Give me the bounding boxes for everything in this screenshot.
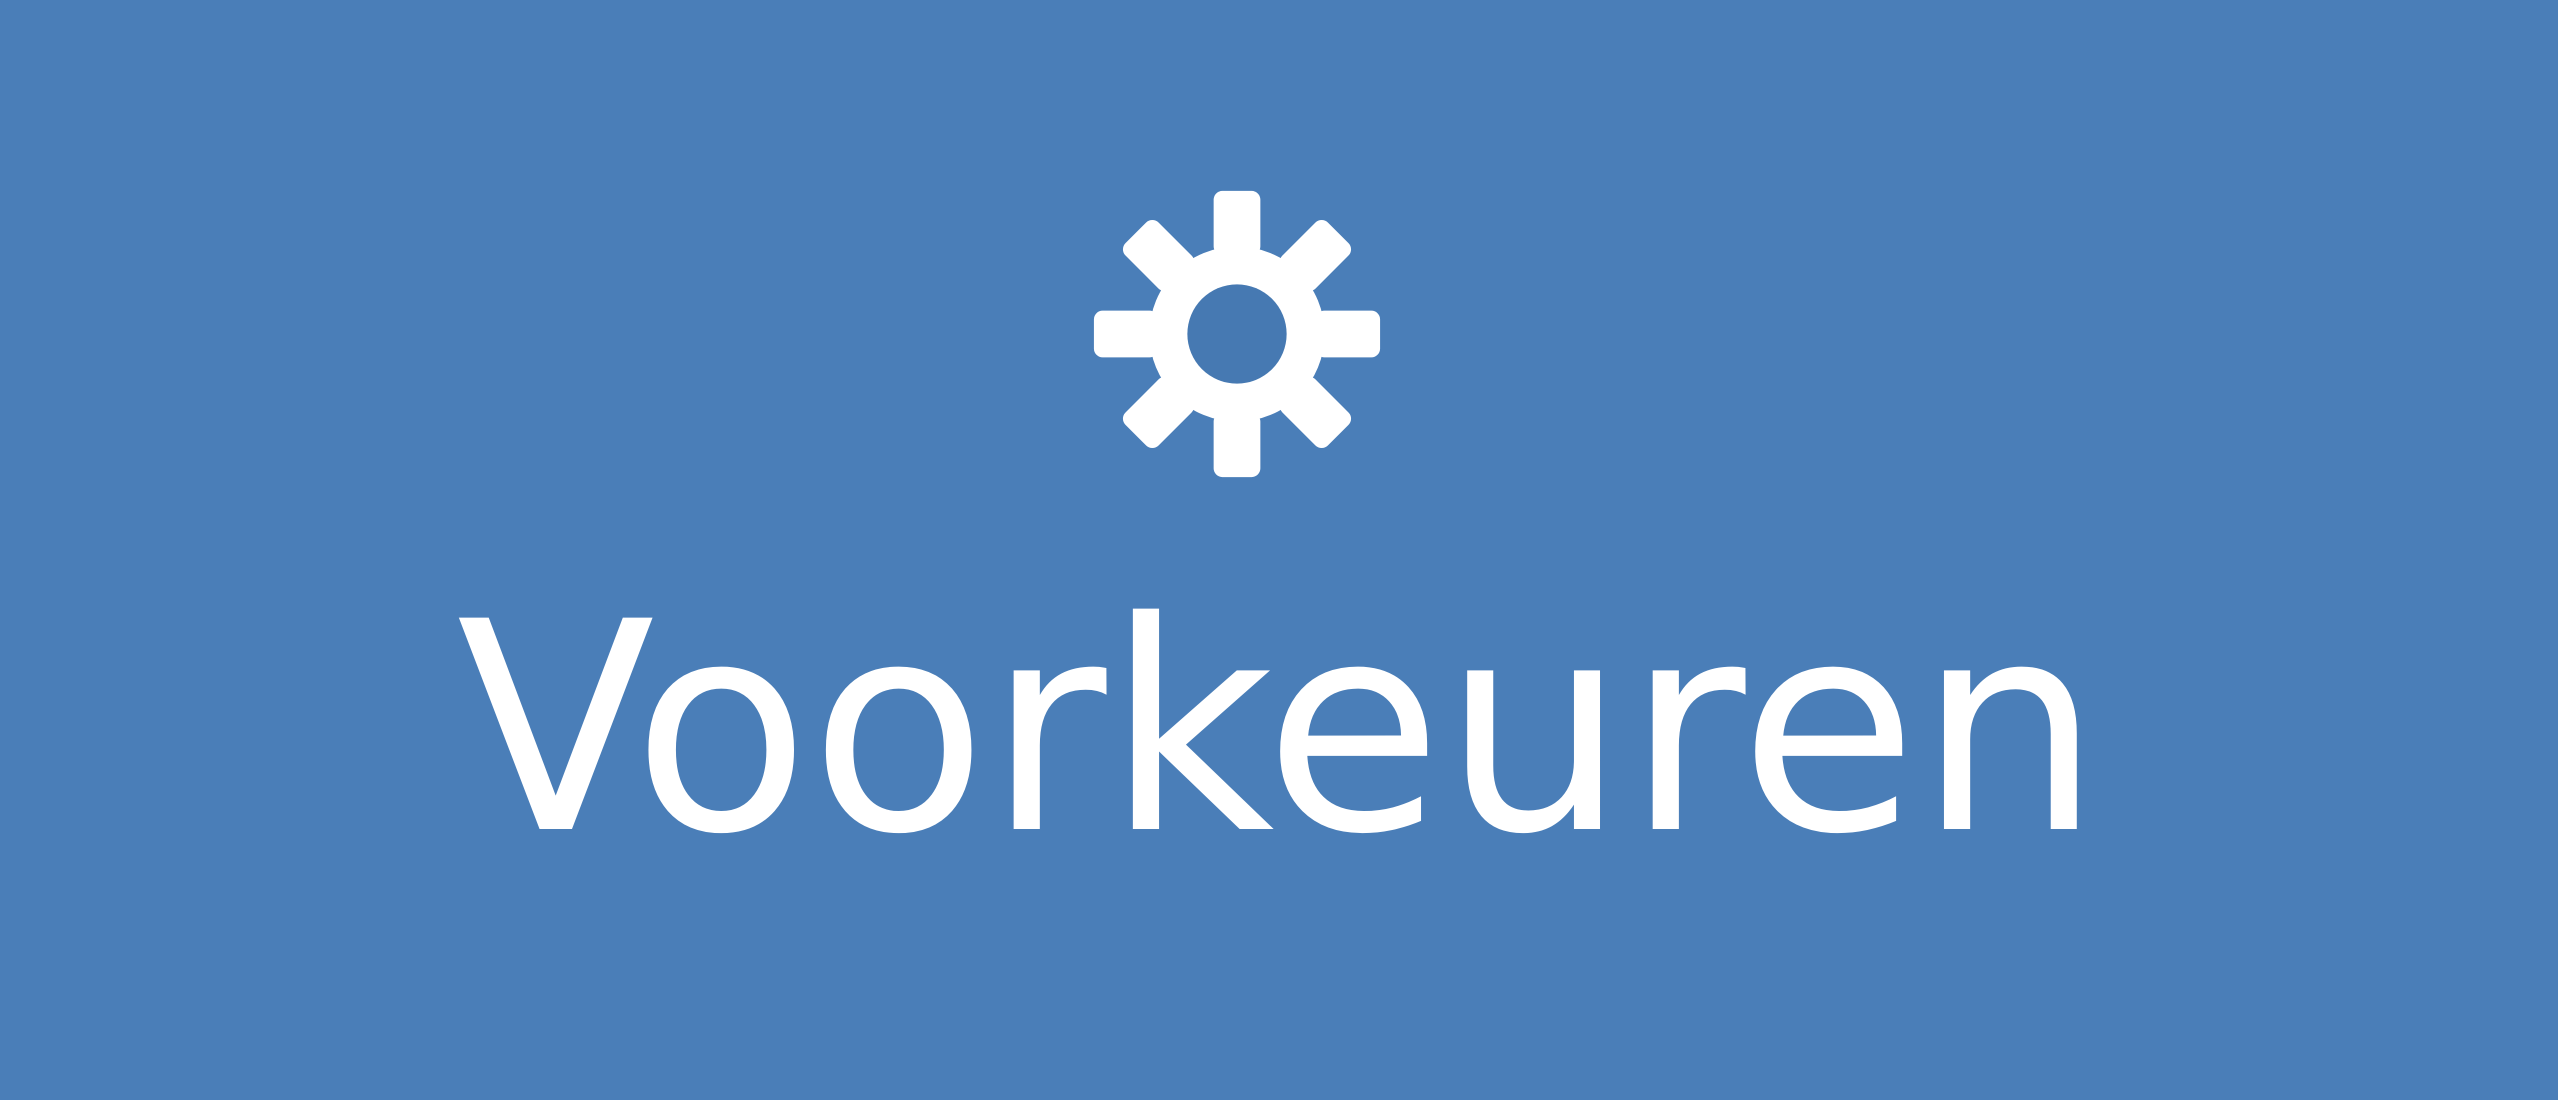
- preferences-label: Voorkeuren: [456, 561, 2102, 898]
- gear-icon: [1091, 188, 1383, 480]
- preferences-tile[interactable]: Voorkeuren: [0, 0, 2558, 1100]
